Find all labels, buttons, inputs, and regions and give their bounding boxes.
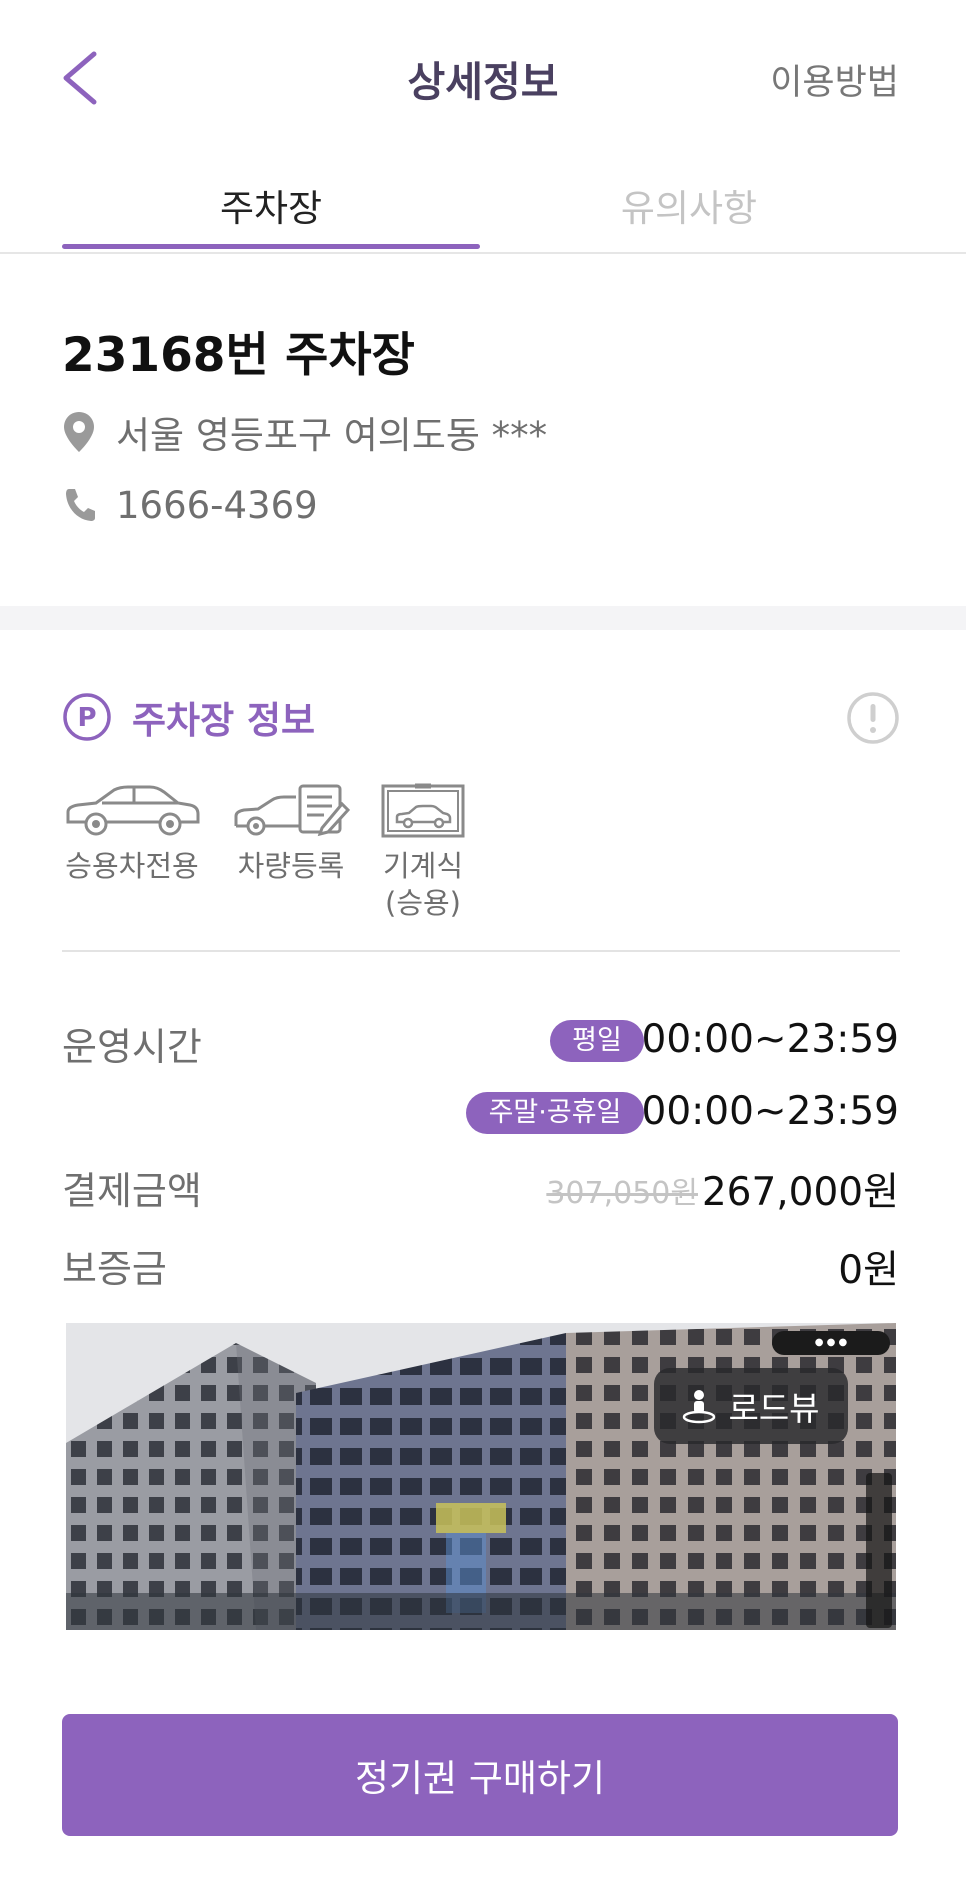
- weekend-hours: 00:00~23:59: [641, 1089, 899, 1134]
- feature-label: 기계식: [382, 849, 464, 883]
- parking-info-header: P 주차장 정보: [62, 690, 315, 744]
- phone-icon: [66, 489, 95, 521]
- sedan-car-icon: [66, 785, 200, 836]
- feature-vehicle-registration: 차량등록: [232, 782, 350, 885]
- roadview-button[interactable]: 로드뷰: [654, 1368, 848, 1444]
- location-pin-icon: [64, 412, 94, 452]
- info-alert-button[interactable]: [846, 691, 900, 745]
- info-divider: [62, 950, 900, 952]
- address-text: 서울 영등포구 여의도동 ***: [116, 414, 548, 457]
- feature-mechanical: 기계식 (승용): [378, 782, 468, 922]
- deposit-value: 0원: [838, 1248, 899, 1293]
- person-icon: [683, 1390, 716, 1424]
- payment-price: 267,000원: [701, 1170, 899, 1215]
- parking-p-icon: P: [63, 693, 111, 741]
- car-registration-icon: [234, 784, 350, 837]
- weekday-badge: 평일: [550, 1020, 644, 1062]
- phone-row[interactable]: 1666-4369: [62, 483, 318, 527]
- roadview-label: 로드뷰: [728, 1389, 820, 1428]
- payment-label: 결제금액: [62, 1169, 202, 1213]
- feature-label: 승용차전용: [65, 849, 199, 883]
- feature-sedan-only: 승용차전용: [62, 782, 202, 885]
- tab-parking-lot[interactable]: 주차장: [62, 178, 480, 232]
- original-price: 307,050원: [546, 1176, 698, 1211]
- roadview-image[interactable]: ● ● ● 로드뷰: [66, 1323, 896, 1630]
- feature-label-sub: (승용): [385, 886, 461, 920]
- usage-guide-link[interactable]: 이용방법: [770, 54, 899, 105]
- weekday-hours: 00:00~23:59: [641, 1017, 899, 1062]
- roadview-controls[interactable]: [866, 1473, 892, 1628]
- operating-hours-label: 운영시간: [62, 1025, 202, 1069]
- exclamation-circle-icon: [847, 692, 899, 744]
- tab-notes[interactable]: 유의사항: [480, 178, 898, 232]
- top-header: 상세정보 이용방법: [0, 0, 966, 150]
- tab-bar: 주차장 유의사항: [0, 170, 966, 254]
- section-divider: [0, 606, 966, 630]
- mechanical-parking-icon: [381, 783, 465, 838]
- buy-pass-button[interactable]: 정기권 구매하기: [62, 1714, 898, 1836]
- feature-label: 차량등록: [237, 849, 345, 883]
- address-row: 서울 영등포구 여의도동 ***: [62, 405, 547, 459]
- parking-lot-name: 23168번 주차장: [62, 328, 415, 383]
- svg-text:P: P: [77, 703, 96, 733]
- deposit-label: 보증금: [62, 1247, 167, 1291]
- active-tab-indicator: [62, 244, 480, 249]
- parking-info-title: 주차장 정보: [132, 699, 316, 742]
- weekend-badge: 주말·공휴일: [466, 1092, 644, 1134]
- phone-number[interactable]: 1666-4369: [116, 484, 318, 527]
- roadview-info-strip: ● ● ●: [772, 1331, 890, 1355]
